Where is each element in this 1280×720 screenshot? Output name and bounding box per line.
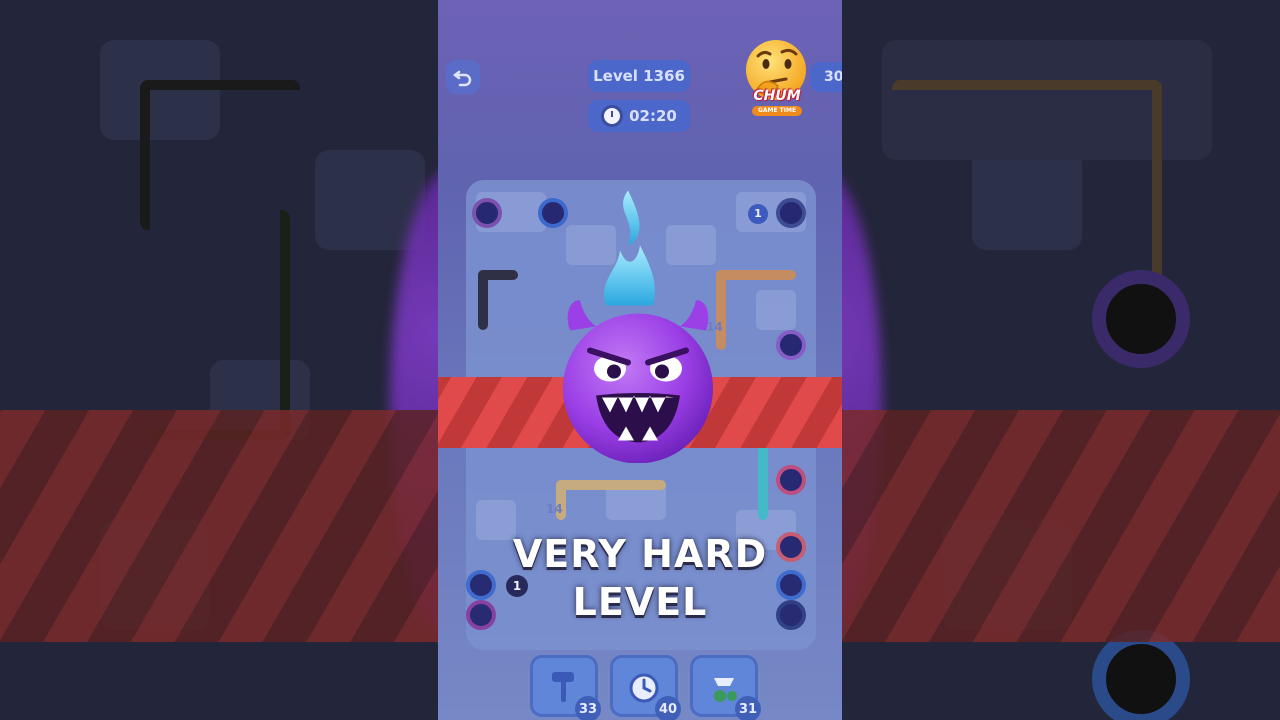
hammer-powerup-button[interactable]: 33 xyxy=(530,655,601,720)
board-number-label: 14 xyxy=(546,502,563,516)
coins-count: 30 xyxy=(824,69,842,85)
board-number-label: 1 xyxy=(748,204,768,224)
snake-path xyxy=(478,270,518,280)
smiling-devil-icon xyxy=(563,190,713,463)
channel-logo: CHUM GAME TIME xyxy=(740,36,812,122)
channel-name: CHUM xyxy=(753,88,801,104)
powerup-count: 33 xyxy=(575,696,601,720)
caption-line-2: LEVEL xyxy=(572,580,708,624)
snake-path xyxy=(758,440,768,520)
right-blurred-background xyxy=(842,0,1280,720)
coins-indicator-partial: 30 xyxy=(810,62,842,92)
stopwatch-icon xyxy=(601,105,624,127)
board-hole xyxy=(472,198,502,228)
board-hole xyxy=(776,198,806,228)
level-indicator: Level 1366 xyxy=(588,60,690,92)
undo-button[interactable] xyxy=(446,60,480,94)
board-hole xyxy=(776,330,806,360)
timer-text: 02:20 xyxy=(629,107,677,125)
timer-display: 02:20 xyxy=(588,100,690,132)
undo-icon xyxy=(453,70,472,87)
powerup-count: 31 xyxy=(735,696,761,720)
snake-path xyxy=(556,480,666,490)
board-hole xyxy=(776,465,806,495)
powerup-count: 40 xyxy=(655,696,681,720)
left-blurred-background xyxy=(0,0,438,720)
drag-hand-powerup-button[interactable]: 31 xyxy=(690,655,761,720)
channel-tagline: GAME TIME xyxy=(752,106,802,116)
caption-line-1: VERY HARD xyxy=(512,532,768,576)
freeze-timer-powerup-button[interactable]: 40 xyxy=(610,655,681,720)
snake-path xyxy=(716,270,796,280)
